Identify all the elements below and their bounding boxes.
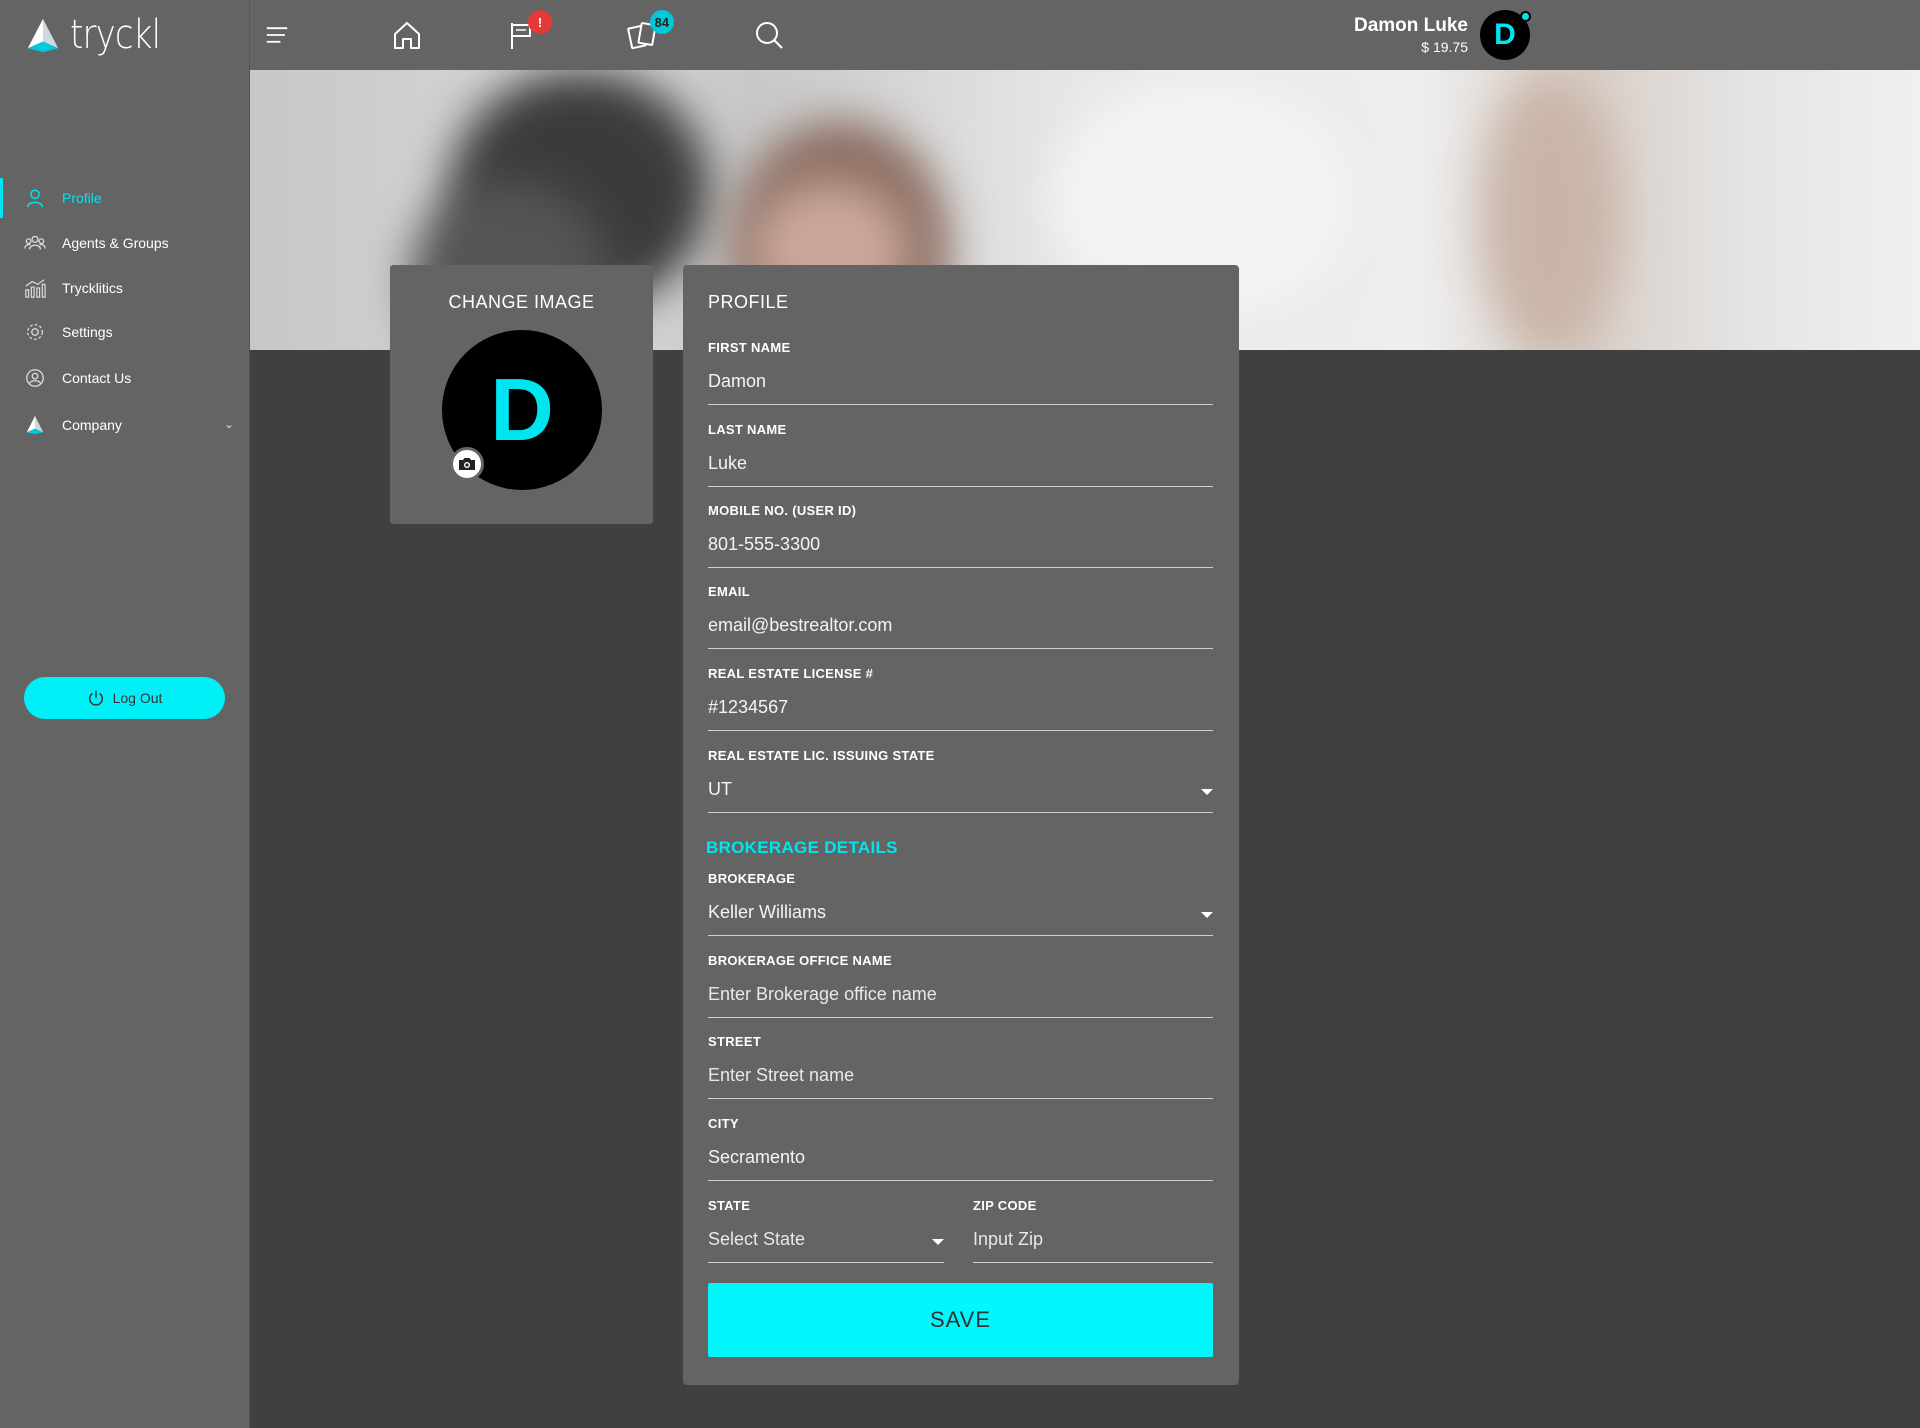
user-name: Damon Luke <box>1353 15 1468 36</box>
sidebar-item-contact-us[interactable]: Contact Us <box>0 358 250 398</box>
online-status-dot <box>1520 11 1531 22</box>
email-label: EMAIL <box>708 584 750 599</box>
last-name-label: LAST NAME <box>708 422 787 437</box>
mobile-field: MOBILE NO. (USER ID) 801-555-3300 <box>708 503 1213 568</box>
brokerage-section-title: BROKERAGE DETAILS <box>706 838 898 857</box>
mobile-input[interactable]: 801-555-3300 <box>708 528 1213 568</box>
dropdown-caret-icon <box>1201 912 1213 918</box>
save-button[interactable]: SAVE <box>708 1283 1213 1357</box>
company-logo-icon <box>26 415 44 435</box>
sidebar-item-profile[interactable]: Profile <box>0 178 250 218</box>
change-image-card: CHANGE IMAGE D <box>390 265 653 524</box>
hamburger-icon <box>266 27 288 43</box>
logo-text: tryckl <box>70 12 161 58</box>
change-image-title: CHANGE IMAGE <box>448 292 595 312</box>
license-state-value: UT <box>708 779 732 799</box>
license-state-field: REAL ESTATE LIC. ISSUING STATE UT <box>708 748 1213 813</box>
top-bar: tryckl ! 84 Damon Luke $ 19.75 D <box>0 0 1920 70</box>
state-placeholder: Select State <box>708 1229 806 1249</box>
license-label: REAL ESTATE LICENSE # <box>708 666 874 681</box>
state-select[interactable]: Select State <box>708 1223 944 1263</box>
user-info[interactable]: Damon Luke $ 19.75 <box>1354 15 1468 55</box>
profile-avatar-initial: D <box>490 360 554 459</box>
group-icon <box>24 235 46 250</box>
sidebar-item-label: Settings <box>62 324 113 340</box>
change-photo-button[interactable] <box>450 447 484 481</box>
license-input[interactable]: #1234567 <box>708 691 1213 731</box>
search-button[interactable] <box>748 14 790 56</box>
sidebar-item-trycklitics[interactable]: Trycklitics <box>0 268 250 308</box>
cards-button[interactable]: 84 <box>622 10 674 56</box>
tryckl-logo-icon <box>27 18 59 53</box>
zip-input[interactable]: Input Zip <box>973 1223 1213 1263</box>
office-name-label: BROKERAGE OFFICE NAME <box>708 953 892 968</box>
home-icon <box>394 22 420 49</box>
brokerage-select[interactable]: Keller Williams <box>708 896 1213 936</box>
office-name-input[interactable]: Enter Brokerage office name <box>708 978 1213 1018</box>
license-state-select[interactable]: UT <box>708 773 1213 813</box>
sidebar-item-settings[interactable]: Settings <box>0 312 250 352</box>
flags-button[interactable]: ! <box>500 10 552 56</box>
chart-icon <box>25 279 46 298</box>
sidebar-item-company[interactable]: Company ⌄ <box>0 405 250 445</box>
gear-icon <box>27 324 43 340</box>
dropdown-caret-icon <box>1201 789 1213 795</box>
sidebar-item-label: Agents & Groups <box>62 235 169 251</box>
app-logo[interactable]: tryckl <box>0 0 250 70</box>
last-name-field: LAST NAME Luke <box>708 422 1213 487</box>
sidebar-item-label: Contact Us <box>62 370 132 386</box>
profile-title: PROFILE <box>708 292 789 312</box>
power-icon <box>88 690 103 706</box>
city-field: CITY Secramento <box>708 1116 1213 1181</box>
license-state-label: REAL ESTATE LIC. ISSUING STATE <box>708 748 935 763</box>
zip-field: ZIP CODE Input Zip <box>973 1198 1213 1263</box>
search-icon <box>756 22 783 49</box>
first-name-field: FIRST NAME Damon <box>708 340 1213 405</box>
brokerage-label: BROKERAGE <box>708 871 796 886</box>
brokerage-value: Keller Williams <box>708 902 827 922</box>
sidebar: Profile Agents & Groups Trycklitics Sett… <box>0 70 250 1428</box>
city-label: CITY <box>708 1116 739 1131</box>
email-input[interactable]: email@bestrealtor.com <box>708 609 1213 649</box>
sidebar-item-label: Trycklitics <box>62 280 123 296</box>
city-input[interactable]: Secramento <box>708 1141 1213 1181</box>
zip-label: ZIP CODE <box>973 1198 1037 1213</box>
cards-count-badge: 84 <box>649 10 674 34</box>
street-field: STREET Enter Street name <box>708 1034 1213 1099</box>
flags-alert-badge: ! <box>528 10 552 34</box>
mobile-label: MOBILE NO. (USER ID) <box>708 503 857 518</box>
state-label: STATE <box>708 1198 751 1213</box>
state-field: STATE Select State <box>708 1198 944 1263</box>
person-icon <box>26 189 44 208</box>
street-label: STREET <box>708 1034 762 1049</box>
office-name-field: BROKERAGE OFFICE NAME Enter Brokerage of… <box>708 953 1213 1018</box>
sidebar-item-label: Profile <box>62 190 102 206</box>
user-avatar[interactable]: D <box>1480 10 1531 60</box>
license-field: REAL ESTATE LICENSE # #1234567 <box>708 666 1213 731</box>
chevron-down-icon[interactable]: ⌄ <box>224 417 234 431</box>
dropdown-caret-icon <box>932 1239 944 1245</box>
menu-toggle-button[interactable] <box>256 14 298 56</box>
user-avatar-initial: D <box>1494 18 1516 51</box>
sidebar-item-label: Company <box>62 417 122 433</box>
contact-icon <box>26 369 44 387</box>
logout-button[interactable]: Log Out <box>24 677 225 719</box>
first-name-label: FIRST NAME <box>708 340 791 355</box>
brokerage-field: BROKERAGE Keller Williams <box>708 871 1213 936</box>
user-balance: $ 19.75 <box>1421 39 1468 55</box>
sidebar-item-agents-groups[interactable]: Agents & Groups <box>0 223 250 263</box>
first-name-input[interactable]: Damon <box>708 365 1213 405</box>
camera-icon <box>459 458 475 470</box>
last-name-input[interactable]: Luke <box>708 447 1213 487</box>
profile-form-card: PROFILE FIRST NAME Damon LAST NAME Luke … <box>683 265 1239 1385</box>
home-button[interactable] <box>386 14 428 56</box>
email-field: EMAIL email@bestrealtor.com <box>708 584 1213 649</box>
logout-label: Log Out <box>112 690 163 706</box>
street-input[interactable]: Enter Street name <box>708 1059 1213 1099</box>
